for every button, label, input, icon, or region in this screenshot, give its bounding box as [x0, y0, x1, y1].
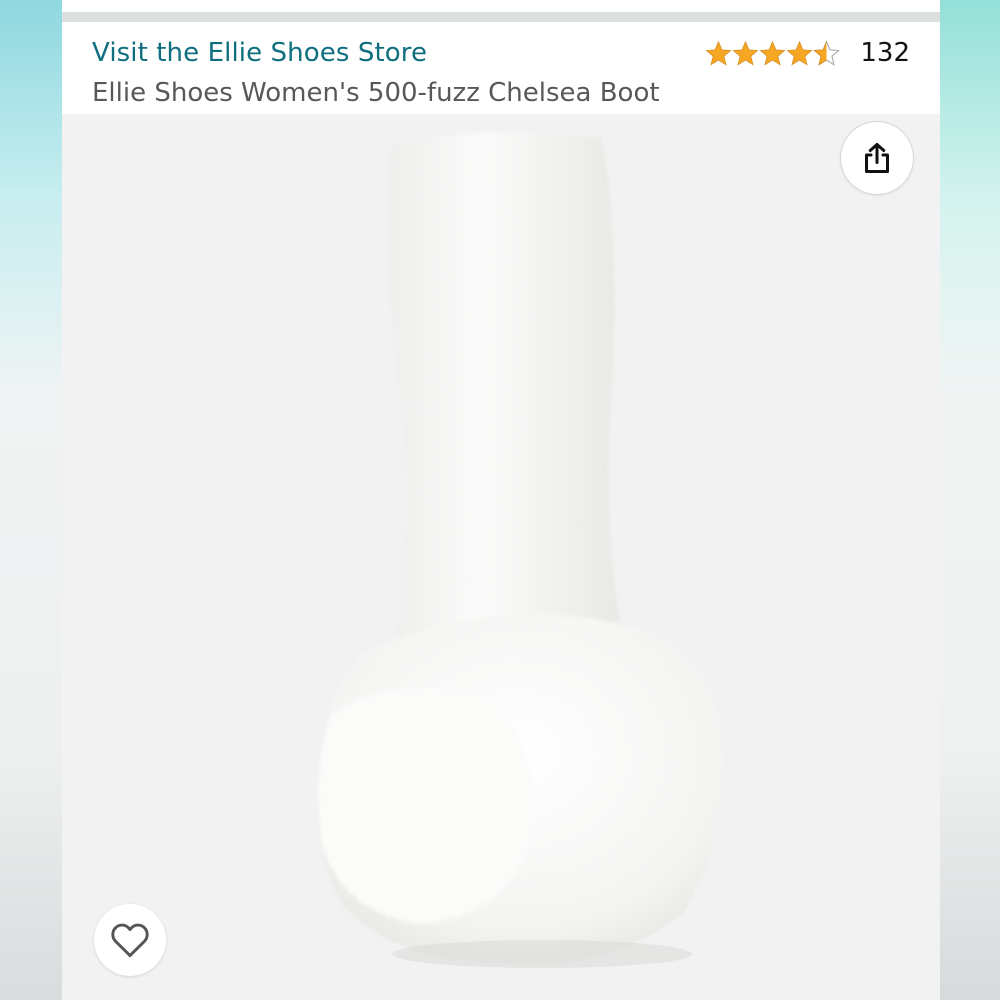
share-icon — [865, 143, 889, 173]
product-image — [315, 132, 724, 968]
half-star-icon — [813, 40, 841, 66]
product-header: Visit the Ellie Shoes Store Ellie Shoes … — [62, 22, 940, 114]
background-left — [0, 0, 62, 1000]
star-rating — [705, 40, 841, 67]
star-icon — [759, 40, 786, 65]
product-title: Ellie Shoes Women's 500-fuzz Chelsea Boo… — [92, 78, 660, 108]
rating-count[interactable]: 132 — [860, 38, 910, 68]
favorite-button[interactable] — [94, 904, 166, 976]
star-icon — [705, 40, 732, 65]
top-divider — [62, 12, 940, 22]
star-icon — [786, 40, 813, 65]
product-image-area[interactable] — [62, 114, 940, 1000]
top-strip — [62, 0, 940, 12]
share-button[interactable] — [841, 122, 913, 194]
store-link[interactable]: Visit the Ellie Shoes Store — [92, 38, 427, 68]
background-right — [940, 0, 1000, 1000]
rating[interactable]: 132 — [705, 38, 910, 68]
star-icon — [732, 40, 759, 65]
product-page: Visit the Ellie Shoes Store Ellie Shoes … — [62, 0, 940, 1000]
heart-icon — [111, 923, 149, 958]
